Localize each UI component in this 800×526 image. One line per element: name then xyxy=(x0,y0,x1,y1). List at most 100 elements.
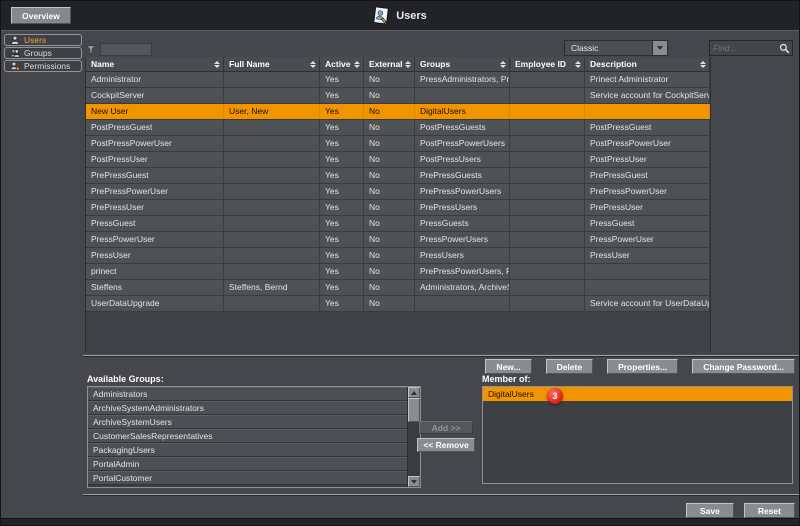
add-group-button[interactable]: Add >> xyxy=(419,421,473,434)
table-cell: PressPowerUsers xyxy=(415,232,510,247)
column-header-external[interactable]: External xyxy=(364,57,415,72)
table-cell xyxy=(510,248,585,263)
column-header-label: Full Name xyxy=(229,59,310,69)
available-group-item[interactable]: ArchiveSystemAdministrators xyxy=(88,401,407,415)
remove-group-button[interactable]: << Remove xyxy=(417,438,475,452)
table-cell: No xyxy=(364,88,415,103)
users-table: Name Full Name Active External Groups Employe… xyxy=(85,57,711,353)
scrollbar-thumb[interactable] xyxy=(408,398,420,422)
sidebar-tab-permissions[interactable]: Permissions xyxy=(4,60,82,72)
table-row[interactable]: PrePressUserYesNoPrePressUsersPrePressUs… xyxy=(86,200,710,216)
column-header-description[interactable]: Description xyxy=(585,57,710,72)
column-header-full-name[interactable]: Full Name xyxy=(224,57,320,72)
view-mode-value: Classic xyxy=(565,43,652,53)
table-row[interactable]: PrePressPowerUserYesNoPrePressPowerUsers… xyxy=(86,184,710,200)
table-row[interactable]: UserDataUpgradeYesNoService account for … xyxy=(86,296,710,312)
column-header-name[interactable]: Name xyxy=(86,57,224,72)
delete-user-button[interactable]: Delete xyxy=(546,359,594,374)
filter-icon[interactable] xyxy=(86,45,97,55)
sidebar-tab-groups[interactable]: Groups xyxy=(4,47,82,59)
available-group-item[interactable]: PackagingUsers xyxy=(88,443,407,457)
table-actions: New... Delete Properties... Change Passw… xyxy=(485,359,795,374)
table-cell: Service account for UserDataUp... xyxy=(585,296,710,311)
table-row[interactable]: New UserUser, NewYesNoDigitalUsers xyxy=(86,104,710,120)
table-cell: No xyxy=(364,232,415,247)
table-cell: PostPressUsers xyxy=(415,152,510,167)
table-cell xyxy=(585,280,710,295)
scroll-up-icon[interactable] xyxy=(408,387,420,398)
table-row[interactable]: prinectYesNoPrePressPowerUsers, P... xyxy=(86,264,710,280)
table-cell: Yes xyxy=(320,264,364,279)
table-row[interactable]: CockpitServerYesNoService account for Co… xyxy=(86,88,710,104)
available-group-item[interactable]: CustomerSalesRepresentatives xyxy=(88,429,407,443)
table-cell xyxy=(510,72,585,87)
find-input[interactable] xyxy=(710,43,779,53)
sort-icon xyxy=(575,61,581,68)
table-cell xyxy=(510,216,585,231)
top-bar: Overview Users xyxy=(1,1,799,31)
sort-icon xyxy=(500,61,506,68)
scroll-down-icon[interactable] xyxy=(408,476,420,487)
table-row[interactable]: PressGuestYesNoPressGuestsPressGuest xyxy=(86,216,710,232)
table-cell: Yes xyxy=(320,200,364,215)
table-cell: PrePressPowerUsers, P... xyxy=(415,264,510,279)
change-password-button[interactable]: Change Password... xyxy=(692,359,795,374)
table-cell: PrePressGuest xyxy=(585,168,710,183)
properties-button[interactable]: Properties... xyxy=(607,359,678,374)
table-cell xyxy=(585,264,710,279)
table-cell: Service account for CockpitServer xyxy=(585,88,710,103)
sidebar-tab-users[interactable]: Users xyxy=(4,34,82,46)
table-cell: PressGuest xyxy=(585,216,710,231)
reset-button[interactable]: Reset xyxy=(744,503,795,518)
table-cell: PressUser xyxy=(86,248,224,263)
table-cell xyxy=(224,216,320,231)
table-cell: Yes xyxy=(320,88,364,103)
table-cell: Steffens, Bernd xyxy=(224,280,320,295)
view-mode-dropdown[interactable]: Classic xyxy=(564,40,668,56)
column-header-label: External xyxy=(369,59,405,69)
table-row[interactable]: AdministratorYesNoPressAdministrators, P… xyxy=(86,72,710,88)
available-group-item[interactable]: ArchiveSystemUsers xyxy=(88,415,407,429)
table-cell: No xyxy=(364,264,415,279)
column-header-active[interactable]: Active xyxy=(320,57,364,72)
save-button[interactable]: Save xyxy=(686,503,734,518)
table-row[interactable]: PostPressPowerUserYesNoPostPressPowerUse… xyxy=(86,136,710,152)
table-cell: Yes xyxy=(320,232,364,247)
table-cell xyxy=(510,152,585,167)
table-cell: Yes xyxy=(320,168,364,183)
table-row[interactable]: PostPressGuestYesNoPostPressGuestsPostPr… xyxy=(86,120,710,136)
table-cell xyxy=(510,296,585,311)
scrollbar[interactable] xyxy=(407,387,420,487)
available-group-item[interactable]: PortalAdmin xyxy=(88,457,407,471)
column-header-groups[interactable]: Groups xyxy=(415,57,510,72)
table-cell: Yes xyxy=(320,136,364,151)
table-row[interactable]: SteffensSteffens, BerndYesNoAdministrato… xyxy=(86,280,710,296)
overview-button[interactable]: Overview xyxy=(11,7,71,24)
table-cell xyxy=(510,120,585,135)
table-cell: PostPressUser xyxy=(86,152,224,167)
available-group-item[interactable]: Administrators xyxy=(88,387,407,401)
table-cell: DigitalUsers xyxy=(415,104,510,119)
member-group-item[interactable]: DigitalUsers xyxy=(483,387,792,401)
sort-icon xyxy=(214,61,220,68)
table-cell xyxy=(224,152,320,167)
find-box xyxy=(709,40,793,56)
new-user-button[interactable]: New... xyxy=(485,359,531,374)
search-icon[interactable] xyxy=(779,43,790,54)
column-header-employee-id[interactable]: Employee ID xyxy=(510,57,585,72)
sort-icon xyxy=(405,61,411,68)
table-row[interactable]: PressPowerUserYesNoPressPowerUsersPressP… xyxy=(86,232,710,248)
table-cell: Prinect Administrator xyxy=(585,72,710,87)
table-cell: New User xyxy=(86,104,224,119)
table-row[interactable]: PressUserYesNoPressUsersPressUser xyxy=(86,248,710,264)
column-header-label: Groups xyxy=(420,59,500,69)
available-group-item[interactable]: PortalCustomer xyxy=(88,471,407,485)
table-cell: No xyxy=(364,200,415,215)
column-header-label: Employee ID xyxy=(515,59,575,69)
table-row[interactable]: PrePressGuestYesNoPrePressGuestsPrePress… xyxy=(86,168,710,184)
table-cell: PostPressGuest xyxy=(585,120,710,135)
table-row[interactable]: PostPressUserYesNoPostPressUsersPostPres… xyxy=(86,152,710,168)
quick-filter-input[interactable] xyxy=(100,43,152,56)
member-of-label: Member of: xyxy=(482,374,531,384)
table-cell: Yes xyxy=(320,296,364,311)
